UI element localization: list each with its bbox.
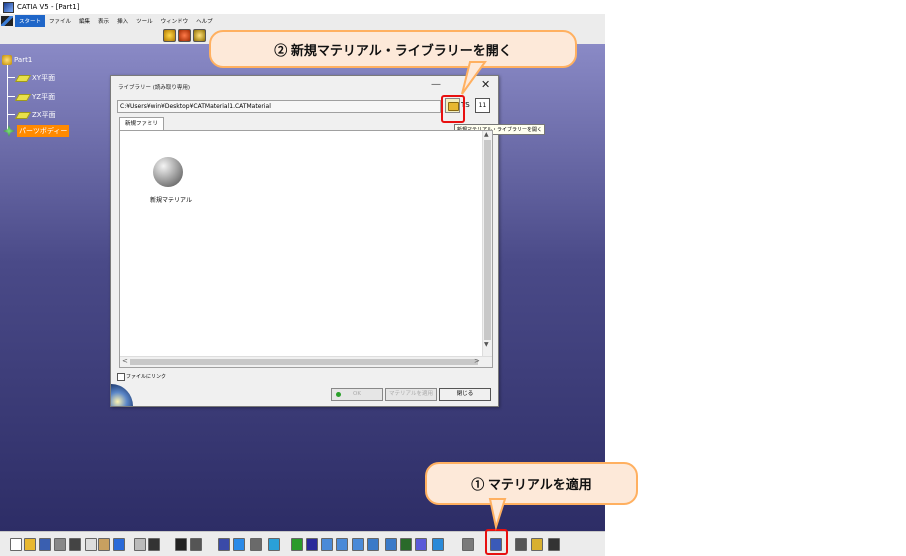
apply-material-top-icon[interactable] bbox=[163, 29, 176, 42]
swap-icon[interactable] bbox=[432, 538, 444, 551]
library-path-field[interactable]: C:¥Users¥win¥Desktop¥CATMaterial1.CATMat… bbox=[117, 100, 441, 113]
formula-icon[interactable] bbox=[175, 538, 187, 551]
menu-insert[interactable]: 挿入 bbox=[113, 17, 132, 25]
link-to-file-checkbox[interactable] bbox=[117, 373, 125, 381]
tree-label-part1: Part1 bbox=[14, 56, 33, 64]
plane-icon bbox=[14, 93, 32, 101]
shading-icon[interactable] bbox=[400, 538, 412, 551]
material-sphere-icon[interactable] bbox=[153, 157, 183, 187]
catia-app-icon bbox=[3, 1, 14, 13]
undo-icon[interactable] bbox=[113, 538, 125, 551]
camera-icon[interactable] bbox=[548, 538, 560, 551]
scroll-right-icon[interactable]: > bbox=[474, 357, 480, 365]
tree-item-zx-plane[interactable]: ZX平面 bbox=[14, 110, 56, 120]
apply-material-dialog-button[interactable]: マテリアルを適用 bbox=[385, 388, 437, 401]
tree-connector bbox=[7, 62, 8, 132]
catia-logo-icon[interactable] bbox=[1, 15, 13, 26]
paste-icon[interactable] bbox=[98, 538, 110, 551]
scroll-down-icon[interactable]: ▼ bbox=[484, 341, 489, 348]
highlight-apply-material bbox=[485, 529, 508, 555]
tab-new-family[interactable]: 新規ファミリ bbox=[119, 117, 165, 130]
window-title: CATIA V5 - [Part1] bbox=[17, 3, 80, 11]
tree-item-yz-plane[interactable]: YZ平面 bbox=[14, 92, 56, 102]
ok-button[interactable]: OK bbox=[331, 388, 383, 401]
callout-step-1: ① マテリアルを適用 bbox=[425, 462, 638, 505]
menu-start[interactable]: スタート bbox=[15, 14, 46, 27]
tree-label-part-body: パーツボディー bbox=[17, 125, 70, 137]
redo-icon[interactable] bbox=[134, 538, 146, 551]
help-icon[interactable] bbox=[148, 538, 160, 551]
apply-material-icon[interactable] bbox=[462, 538, 474, 551]
tree-connector bbox=[7, 96, 15, 97]
scroll-thumb[interactable] bbox=[130, 359, 478, 365]
bottom-toolbar bbox=[0, 531, 605, 556]
rotate-icon[interactable] bbox=[321, 538, 333, 551]
hierarchy-icon[interactable] bbox=[233, 538, 245, 551]
menu-bar: スタート ファイル 編集 表示 挿入 ツール ウィンドウ ヘルプ bbox=[0, 14, 605, 28]
print-icon[interactable] bbox=[54, 538, 66, 551]
close-icon[interactable]: ✕ bbox=[481, 78, 490, 91]
tree-item-part-body[interactable]: パーツボディー bbox=[3, 125, 70, 137]
tree-item-xy-plane[interactable]: XY平面 bbox=[14, 73, 56, 83]
save-icon[interactable] bbox=[39, 538, 51, 551]
fit-icon[interactable] bbox=[291, 538, 303, 551]
menu-file[interactable]: ファイル bbox=[45, 17, 75, 25]
scroll-left-icon[interactable]: < bbox=[122, 357, 128, 365]
body-icon bbox=[3, 125, 15, 137]
bottle-icon[interactable] bbox=[531, 538, 543, 551]
horizontal-scrollbar[interactable]: < > bbox=[120, 356, 492, 367]
analysis-icon[interactable] bbox=[250, 538, 262, 551]
part-icon bbox=[2, 55, 12, 65]
close-button[interactable]: 閉じる bbox=[439, 388, 491, 401]
ok-icon bbox=[336, 392, 341, 397]
menu-edit[interactable]: 編集 bbox=[75, 17, 94, 25]
dialog-title: ライブラリー (読み取り専用) bbox=[118, 85, 191, 91]
tree-label-xy-plane: XY平面 bbox=[32, 74, 56, 82]
minimize-icon[interactable]: — bbox=[431, 79, 441, 90]
copy-icon[interactable] bbox=[85, 538, 97, 551]
cut-icon[interactable] bbox=[69, 538, 81, 551]
tree-label-yz-plane: YZ平面 bbox=[32, 93, 56, 101]
catalog-icon[interactable] bbox=[218, 538, 230, 551]
zoom-in-icon[interactable] bbox=[336, 538, 348, 551]
scene-icon[interactable] bbox=[193, 29, 206, 42]
plane-icon bbox=[14, 111, 32, 119]
tree-label-zx-plane: ZX平面 bbox=[32, 111, 56, 119]
hide-show-icon[interactable] bbox=[415, 538, 427, 551]
vertical-scrollbar[interactable]: ▲ ▼ bbox=[482, 131, 492, 357]
fly-icon[interactable] bbox=[268, 538, 280, 551]
link-to-file-label: ファイルにリンク bbox=[126, 374, 167, 380]
normal-view-icon[interactable] bbox=[367, 538, 379, 551]
scroll-up-icon[interactable]: ▲ bbox=[484, 131, 489, 138]
inertia-icon[interactable] bbox=[515, 538, 527, 551]
library-dialog: ライブラリー (読み取り専用) — ✕ C:¥Users¥win¥Desktop… bbox=[110, 75, 545, 407]
tree-connector bbox=[7, 114, 15, 115]
iso-view-icon[interactable] bbox=[385, 538, 397, 551]
highlight-open-library bbox=[441, 95, 465, 123]
menu-help[interactable]: ヘルプ bbox=[192, 17, 217, 25]
scroll-thumb[interactable] bbox=[484, 140, 491, 340]
library-option-button[interactable]: 11 bbox=[475, 98, 490, 113]
menu-tools[interactable]: ツール bbox=[132, 17, 157, 25]
render-icon[interactable] bbox=[178, 29, 191, 42]
catia-globe-icon bbox=[111, 384, 133, 406]
ok-label: OK bbox=[353, 391, 361, 397]
tree-item-part1[interactable]: Part1 bbox=[2, 55, 32, 65]
open-icon[interactable] bbox=[24, 538, 36, 551]
tree-connector bbox=[7, 77, 15, 78]
zoom-out-icon[interactable] bbox=[352, 538, 364, 551]
menu-window[interactable]: ウィンドウ bbox=[157, 17, 193, 25]
material-list[interactable]: 新規マテリアル ▲ ▼ < > bbox=[119, 130, 493, 368]
new-icon[interactable] bbox=[10, 538, 22, 551]
plane-icon bbox=[14, 74, 32, 82]
menu-view[interactable]: 表示 bbox=[94, 17, 113, 25]
comment-icon[interactable] bbox=[190, 538, 202, 551]
pan-icon[interactable] bbox=[306, 538, 318, 551]
callout-step-2: ② 新規マテリアル・ライブラリーを開く bbox=[209, 30, 577, 68]
material-label: 新規マテリアル bbox=[150, 197, 192, 204]
title-bar: CATIA V5 - [Part1] bbox=[0, 0, 605, 14]
